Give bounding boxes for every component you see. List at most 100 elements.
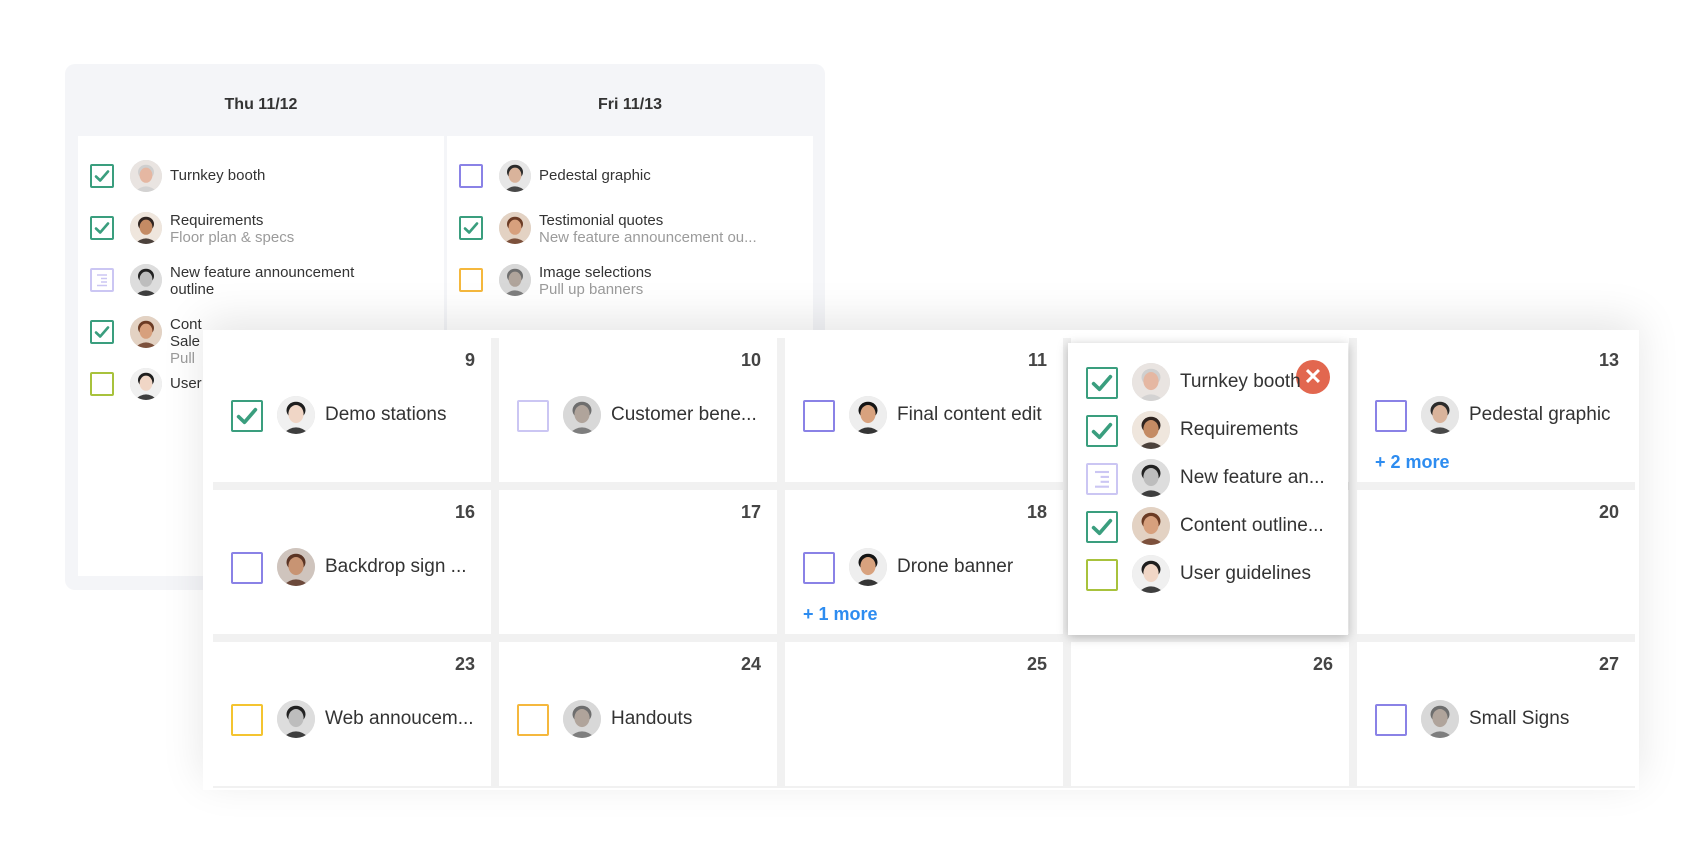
task-checkbox[interactable]: [90, 164, 114, 188]
day-number: 18: [1026, 502, 1047, 522]
task-checkbox[interactable]: [459, 216, 483, 240]
avatar: [277, 396, 315, 434]
task-checkbox[interactable]: [1375, 400, 1407, 432]
calendar-day-cell[interactable]: 20: [1357, 490, 1635, 634]
calendar-day-cell[interactable]: 25: [785, 642, 1063, 786]
avatar: [1421, 396, 1459, 434]
popup-event[interactable]: User guidelines: [1086, 555, 1336, 593]
task-checkbox[interactable]: [231, 704, 263, 736]
event-title: New feature announcement: [170, 264, 355, 281]
day-number: 11: [1027, 350, 1047, 370]
event-label: Requirements: [1180, 419, 1299, 440]
calendar-day-cell[interactable]: 18 Drone banner + 1 more: [785, 490, 1063, 634]
day-event-item[interactable]: Image selections Pull up banners: [459, 264, 809, 304]
task-checkbox[interactable]: [1086, 415, 1118, 447]
event-text: Turnkey booth: [170, 160, 440, 192]
event-label: Drone banner: [897, 556, 1014, 577]
calendar-event[interactable]: Small Signs: [1375, 700, 1625, 738]
avatar: [499, 264, 531, 296]
document-icon[interactable]: [90, 268, 114, 292]
calendar-day-cell[interactable]: 9 Demo stations: [213, 338, 491, 482]
calendar-event[interactable]: Handouts: [517, 700, 767, 738]
task-checkbox[interactable]: [803, 552, 835, 584]
calendar-event[interactable]: Backdrop sign ...: [231, 548, 481, 586]
event-label: Handouts: [611, 708, 693, 729]
task-checkbox[interactable]: [90, 216, 114, 240]
calendar-day-cell[interactable]: 27 Small Signs: [1357, 642, 1635, 786]
calendar-event[interactable]: Final content edit: [803, 396, 1053, 434]
day-number: 25: [1026, 654, 1047, 674]
calendar-day-cell[interactable]: 10 Customer bene...: [499, 338, 777, 482]
calendar-day-cell[interactable]: 23 Web annoucem...: [213, 642, 491, 786]
day-event-item[interactable]: Testimonial quotes New feature announceme…: [459, 212, 809, 252]
event-label: Turnkey booth: [1180, 371, 1301, 392]
day-event-item[interactable]: Turnkey booth: [90, 160, 440, 200]
event-label: Customer bene...: [611, 404, 757, 425]
event-label: Final content edit: [897, 404, 1042, 425]
calendar-day-cell[interactable]: 13 Pedestal graphic + 2 more: [1357, 338, 1635, 482]
task-checkbox[interactable]: [1086, 511, 1118, 543]
event-subtitle: Pull up banners: [539, 281, 644, 298]
day-number: 26: [1312, 654, 1333, 674]
event-text: New feature announcement outline: [170, 264, 440, 298]
task-checkbox[interactable]: [803, 400, 835, 432]
task-checkbox[interactable]: [517, 704, 549, 736]
task-checkbox[interactable]: [231, 552, 263, 584]
calendar-event[interactable]: Demo stations: [231, 396, 481, 434]
day-number: 17: [740, 502, 761, 522]
task-checkbox[interactable]: [1086, 559, 1118, 591]
avatar: [499, 212, 531, 244]
avatar: [1132, 411, 1170, 449]
calendar-day-cell[interactable]: 16 Backdrop sign ...: [213, 490, 491, 634]
task-checkbox[interactable]: [1086, 367, 1118, 399]
avatar: [130, 212, 162, 244]
avatar: [130, 316, 162, 348]
avatar: [277, 700, 315, 738]
event-title: Image selections: [539, 264, 652, 281]
event-label: Content outline...: [1180, 515, 1324, 536]
day-events-popup: ✕ Turnkey booth Requirements New feature…: [1068, 343, 1348, 635]
task-checkbox[interactable]: [90, 320, 114, 344]
avatar: [499, 160, 531, 192]
event-subtitle: Floor plan & specs: [170, 229, 295, 246]
popup-event[interactable]: New feature an...: [1086, 459, 1336, 497]
event-text: Requirements Floor plan & specs: [170, 212, 440, 246]
calendar-event[interactable]: Drone banner: [803, 548, 1053, 586]
calendar-event[interactable]: Pedestal graphic: [1375, 396, 1625, 434]
event-text: Image selections Pull up banners: [539, 264, 809, 298]
avatar: [1132, 507, 1170, 545]
avatar: [130, 264, 162, 296]
event-label: User guidelines: [1180, 563, 1311, 584]
task-checkbox[interactable]: [90, 372, 114, 396]
day-event-item[interactable]: New feature announcement outline: [90, 264, 440, 304]
event-subtitle: New feature announcement ou...: [539, 229, 757, 246]
popup-event[interactable]: Content outline...: [1086, 507, 1336, 545]
avatar: [277, 548, 315, 586]
event-label: Demo stations: [325, 404, 447, 425]
more-events-link[interactable]: + 2 more: [1375, 452, 1450, 473]
calendar-day-cell[interactable]: 11 Final content edit: [785, 338, 1063, 482]
avatar: [1421, 700, 1459, 738]
calendar-event[interactable]: Web annoucem...: [231, 700, 481, 738]
avatar: [1132, 363, 1170, 401]
calendar-day-cell[interactable]: 17: [499, 490, 777, 634]
calendar-day-cell[interactable]: 26: [1071, 642, 1349, 786]
task-checkbox[interactable]: [1375, 704, 1407, 736]
task-checkbox[interactable]: [231, 400, 263, 432]
day-column-header: Thu 11/12: [224, 96, 298, 113]
calendar-day-cell[interactable]: 24 Handouts: [499, 642, 777, 786]
day-event-item[interactable]: Requirements Floor plan & specs: [90, 212, 440, 252]
avatar: [563, 396, 601, 434]
task-checkbox[interactable]: [459, 164, 483, 188]
task-checkbox[interactable]: [459, 268, 483, 292]
popup-event[interactable]: Turnkey booth: [1086, 363, 1336, 401]
popup-event[interactable]: Requirements: [1086, 411, 1336, 449]
task-checkbox[interactable]: [517, 400, 549, 432]
more-events-link[interactable]: + 1 more: [803, 604, 878, 625]
day-number: 20: [1598, 502, 1619, 522]
event-title: Testimonial quotes: [539, 212, 664, 229]
document-icon[interactable]: [1086, 463, 1118, 495]
event-label: Web annoucem...: [325, 708, 474, 729]
calendar-event[interactable]: Customer bene...: [517, 396, 767, 434]
day-event-item[interactable]: Pedestal graphic: [459, 160, 809, 200]
